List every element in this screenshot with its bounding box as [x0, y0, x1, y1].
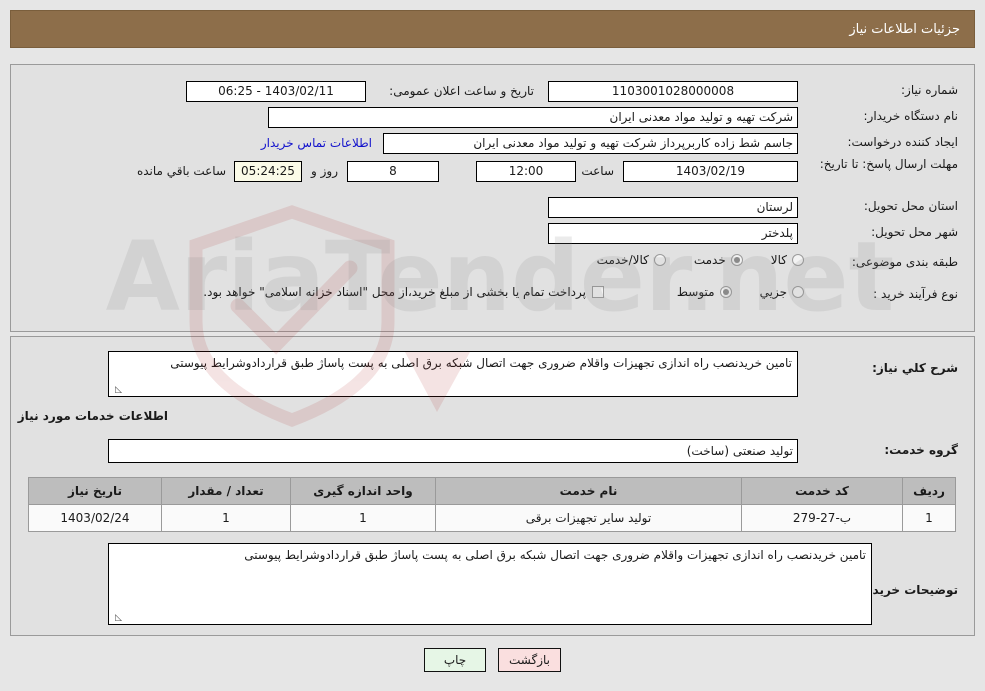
label-delivery-city: شهر محل تحویل: [871, 225, 958, 239]
table-row[interactable]: 1 ب-27-279 تولید سایر تجهیزات برقی 1 1 1… [28, 504, 956, 532]
buyer-notes-textarea[interactable]: تامین خریدنصب راه اندازی تجهیزات واقلام … [108, 543, 872, 625]
resize-grip-icon-notes[interactable]: ◺ [112, 613, 122, 623]
radio-option-khedmat[interactable]: خدمت [694, 253, 743, 267]
buyer-contact-link[interactable]: اطلاعات تماس خریدار [261, 136, 372, 150]
need-info-panel: شماره نیاز: 1103001028000008 تاریخ و ساع… [10, 64, 975, 332]
footer-button-row: بازگشت چاپ [0, 648, 985, 672]
radio-option-kala-khedmat[interactable]: کالا/خدمت [597, 253, 666, 267]
delivery-city-field[interactable]: پلدختر [548, 223, 798, 244]
radio-icon-khedmat[interactable] [730, 254, 743, 266]
buyer-organization-field[interactable]: شرکت تهیه و تولید مواد معدنی ایران [268, 107, 798, 128]
resize-grip-icon[interactable]: ◺ [112, 385, 122, 395]
radio-option-motavaset[interactable]: متوسط [677, 285, 732, 299]
islamic-treasury-label: پرداخت تمام یا بخشی از مبلغ خرید،از محل … [203, 285, 586, 299]
column-header-quantity: تعداد / مقدار [161, 477, 291, 505]
column-header-unit: واحد اندازه گیری [290, 477, 436, 505]
column-header-need-date: تاریخ نیاز [28, 477, 162, 505]
label-purchase-process-type: نوع فرآیند خرید : [873, 287, 958, 301]
need-summary-textarea[interactable]: تامین خریدنصب راه اندازی تجهیزات واقلام … [108, 351, 798, 397]
services-table: ردیف کد خدمت نام خدمت واحد اندازه گیری ت… [28, 477, 956, 532]
cell-service-name: تولید سایر تجهیزات برقی [435, 504, 742, 532]
radio-icon-kala-khedmat[interactable] [653, 254, 666, 266]
delivery-province-field[interactable]: لرستان [548, 197, 798, 218]
label-deadline-time: ساعت [581, 164, 614, 178]
label-service-group: گروه خدمت: [884, 443, 958, 457]
label-delivery-province: استان محل تحویل: [863, 199, 958, 213]
services-section-heading: اطلاعات خدمات مورد نیاز [17, 409, 168, 423]
islamic-treasury-checkbox[interactable] [592, 286, 604, 298]
label-buyer-organization: نام دستگاه خریدار: [863, 109, 959, 123]
label-need-number: شماره نیاز: [901, 83, 958, 97]
radio-label-kala-khedmat: کالا/خدمت [596, 253, 649, 267]
purchase-process-radio-group: جزیي متوسط [655, 285, 804, 299]
need-summary-text: تامین خریدنصب راه اندازی تجهیزات واقلام … [170, 356, 792, 370]
remaining-time-field[interactable]: 05:24:25 [234, 161, 302, 182]
back-button[interactable]: بازگشت [498, 648, 561, 672]
cell-unit: 1 [290, 504, 436, 532]
cell-need-date: 1403/02/24 [28, 504, 162, 532]
radio-icon-jozii[interactable] [792, 286, 804, 298]
radio-label-kala: کالا [770, 253, 787, 267]
radio-icon-motavaset[interactable] [719, 286, 732, 298]
islamic-treasury-bond-option: پرداخت تمام یا بخشی از مبلغ خرید،از محل … [203, 285, 604, 299]
page-header-bar: جزئیات اطلاعات نیاز [10, 10, 975, 48]
cell-service-code: ب-27-279 [741, 504, 903, 532]
label-days-unit: روز و [311, 164, 338, 178]
label-subject-classification: طبقه بندی موضوعی: [851, 255, 958, 269]
service-group-field[interactable]: تولید صنعتی (ساخت) [108, 439, 798, 463]
radio-option-kala[interactable]: کالا [771, 253, 804, 267]
table-header-row: ردیف کد خدمت نام خدمت واحد اندازه گیری ت… [28, 477, 956, 505]
column-header-service-name: نام خدمت [435, 477, 742, 505]
page-title: جزئیات اطلاعات نیاز [849, 21, 960, 37]
label-response-deadline: مهلت ارسال پاسخ: تا تاریخ: [819, 157, 958, 171]
radio-label-khedmat: خدمت [693, 253, 726, 267]
radio-label-jozii: جزیي [759, 285, 787, 299]
radio-label-motavaset: متوسط [676, 285, 715, 299]
remaining-days-field[interactable]: 8 [347, 161, 439, 182]
subject-classification-radio-group: کالا خدمت کالا/خدمت [575, 253, 804, 267]
label-announcement-datetime: تاریخ و ساعت اعلان عمومی: [389, 84, 534, 98]
cell-quantity: 1 [161, 504, 291, 532]
label-need-summary: شرح کلي نیاز: [872, 361, 958, 375]
label-remaining-time: ساعت باقي مانده [136, 164, 226, 178]
need-number-field[interactable]: 1103001028000008 [548, 81, 798, 102]
cell-row-index: 1 [902, 504, 956, 532]
deadline-time-field[interactable]: 12:00 [476, 161, 576, 182]
column-header-service-code: کد خدمت [741, 477, 903, 505]
deadline-date-field[interactable]: 1403/02/19 [623, 161, 798, 182]
column-header-row-index: ردیف [902, 477, 956, 505]
request-creator-field[interactable]: جاسم شط زاده کاربرپرداز شرکت تهیه و تولی… [383, 133, 798, 154]
need-details-panel: شرح کلي نیاز: تامین خریدنصب راه اندازی ت… [10, 336, 975, 636]
radio-icon-kala[interactable] [792, 254, 804, 266]
radio-option-jozii[interactable]: جزیي [760, 285, 804, 299]
label-request-creator: ایجاد کننده درخواست: [847, 135, 958, 149]
print-button[interactable]: چاپ [424, 648, 486, 672]
announcement-datetime-field[interactable]: 1403/02/11 - 06:25 [186, 81, 366, 102]
buyer-notes-text: تامین خریدنصب راه اندازی تجهیزات واقلام … [244, 548, 866, 562]
